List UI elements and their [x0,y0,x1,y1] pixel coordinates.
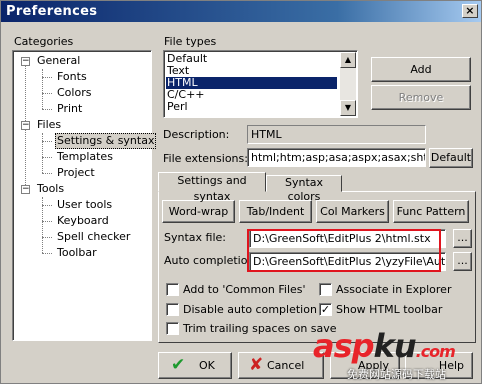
highlight-box [247,229,441,272]
tree-item-project[interactable]: Project [57,166,95,180]
tab-settings-and-syntax[interactable]: Settings and syntax [158,172,266,203]
show-html-toolbar-checkbox[interactable]: ✓ [319,303,332,316]
collapse-icon[interactable]: − [21,185,30,194]
tab-indent-button[interactable]: Tab/Indent [239,200,312,223]
tree-line [42,173,52,174]
tree-item-fonts[interactable]: Fonts [57,70,87,84]
ok-check-icon: ✔ [171,355,186,375]
tree-item-print[interactable]: Print [57,102,82,116]
file-types-label: File types [164,35,217,48]
tree-item-templates[interactable]: Templates [57,150,113,164]
tree-line [42,141,52,142]
tree-line [42,69,43,109]
disable-auto-completion-checkbox[interactable] [166,303,179,316]
checkbox-label: Disable auto completion [183,303,317,316]
syntax-file-label: Syntax file: [164,231,226,244]
tree-item-general[interactable]: General [37,54,80,68]
tree-line [42,133,43,173]
file-extensions-label: File extensions: [163,152,248,165]
tree-line [42,93,52,94]
tree-line [42,221,52,222]
tree-item-tools[interactable]: Tools [37,182,64,196]
cancel-x-icon: ✘ [249,355,264,375]
watermark: aspku.com 免费网站源码下载站 [307,324,482,385]
close-icon: × [465,4,475,17]
func-pattern-button[interactable]: Func Pattern [393,200,469,223]
tree-item-settings-syntax[interactable]: Settings & syntax [55,133,157,149]
tree-line [42,253,52,254]
description-label: Description: [163,128,230,141]
tree-item-keyboard[interactable]: Keyboard [57,214,109,228]
default-button[interactable]: Default [429,148,473,168]
list-item[interactable]: Default [166,53,337,65]
tree-line [42,205,52,206]
title-bar[interactable]: Preferences × [1,1,481,22]
window-title: Preferences [6,4,98,19]
associate-explorer-checkbox[interactable] [319,283,332,296]
list-item[interactable]: C/C++ [166,89,337,101]
tree-line [42,237,52,238]
tree-item-colors[interactable]: Colors [57,86,91,100]
watermark-brand-c: .com [415,342,456,361]
file-types-list[interactable]: Default Text HTML C/C++ Perl ▲ ▼ [163,50,358,118]
tree-line [42,157,52,158]
tree-item-toolbar[interactable]: Toolbar [57,246,97,260]
collapse-icon[interactable]: − [21,57,30,66]
list-item[interactable]: Perl [166,101,337,113]
scrollbar[interactable]: ▲ ▼ [340,52,356,116]
add-button[interactable]: Add [371,57,471,82]
checkbox-label: Add to 'Common Files' [183,283,306,296]
close-button[interactable]: × [462,4,478,18]
watermark-subtitle: 免费网站源码下载站 [347,368,446,381]
col-markers-button[interactable]: Col Markers [316,200,389,223]
trim-trailing-spaces-checkbox[interactable] [166,322,179,335]
tree-item-files[interactable]: Files [37,118,61,132]
auto-completion-browse-button[interactable]: ... [453,252,472,271]
file-extensions-input[interactable]: html;htm;asp;asa;aspx;asax;shtml;: [247,148,426,167]
categories-tree[interactable]: − General Fonts Colors Print − Files Set… [12,50,157,341]
tree-item-spell-checker[interactable]: Spell checker [57,230,130,244]
watermark-brand-b: ku [373,327,417,365]
tree-line [42,109,52,110]
tree-line [42,77,52,78]
scroll-down-icon[interactable]: ▼ [340,100,356,116]
collapse-icon[interactable]: − [21,121,30,130]
syntax-file-browse-button[interactable]: ... [453,229,472,248]
add-common-files-checkbox[interactable] [166,283,179,296]
description-field: HTML [247,125,426,144]
tab-syntax-colors[interactable]: Syntax colors [266,175,342,203]
checkbox-label: Show HTML toolbar [336,303,443,316]
preferences-window: Preferences × Categories − General Fonts… [0,0,482,384]
auto-completion-label: Auto completion: [164,254,259,267]
watermark-brand-a: asp [313,327,375,365]
tree-item-user-tools[interactable]: User tools [57,198,112,212]
categories-label: Categories [14,35,74,48]
scroll-up-icon[interactable]: ▲ [340,52,356,68]
remove-button[interactable]: Remove [371,85,471,110]
ok-button[interactable]: ✔ OK [158,352,232,379]
check-icon: ✓ [320,303,331,316]
checkbox-label: Associate in Explorer [336,283,452,296]
